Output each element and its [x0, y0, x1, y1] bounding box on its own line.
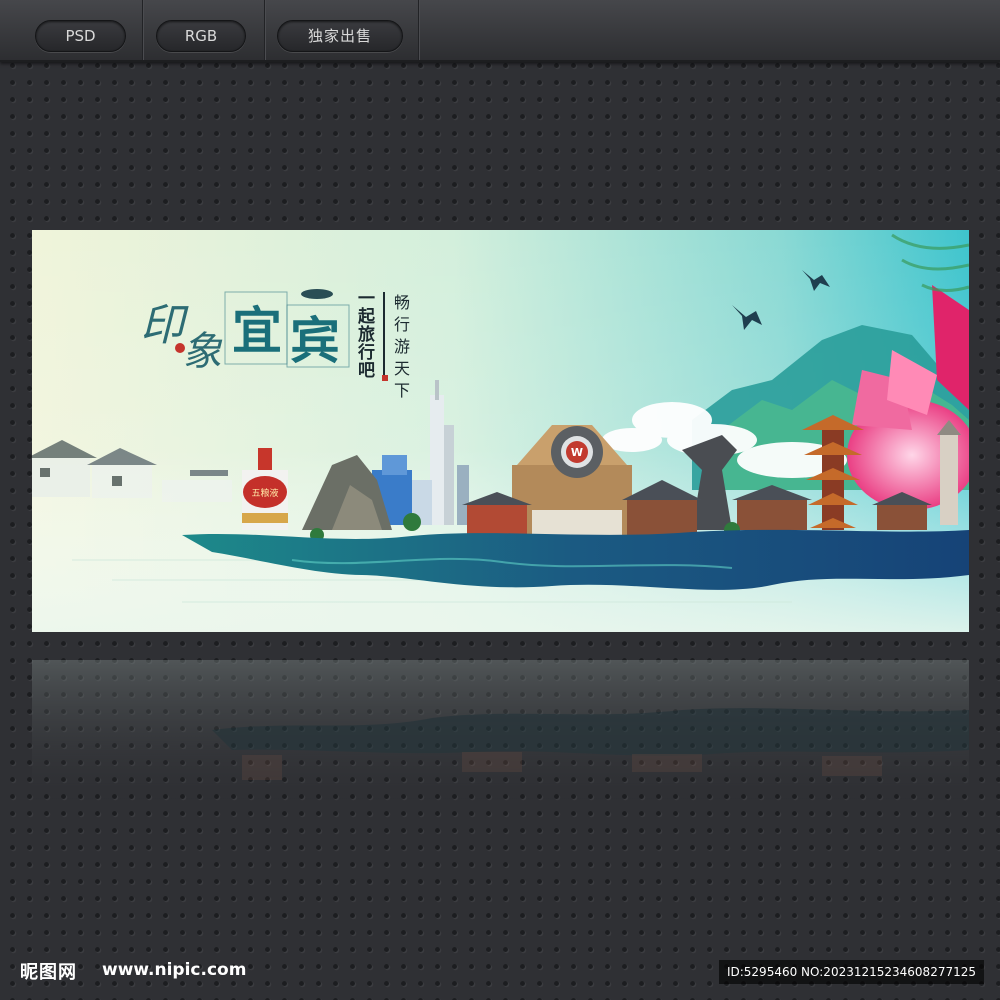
title-char-yi: 宜	[232, 301, 282, 360]
motto-char: 天	[394, 359, 410, 378]
slogan-char: 吧	[358, 361, 375, 381]
motto-char: 行	[394, 315, 410, 334]
preview-page: PSD RGB 独家出售 五粮液 W 印 象 宜 宾 一 起 旅 行 吧 畅 行…	[0, 0, 1000, 1000]
image-id-label: ID:5295460 NO:20231215234608277125	[718, 960, 984, 984]
bottle-label: 五粮液	[251, 487, 278, 499]
yibin-travel-banner: 五粮液 W 印 象 宜 宾 一 起 旅 行 吧 畅 行 游 天 下	[32, 230, 969, 632]
motto-char: 下	[394, 381, 410, 400]
motto-char: 游	[394, 337, 410, 356]
psd-tab[interactable]: PSD	[35, 20, 126, 52]
slogan-char: 行	[357, 342, 375, 363]
rgb-tab[interactable]: RGB	[156, 20, 246, 52]
motto-vertical: 畅 行 游 天 下	[394, 293, 410, 400]
reflection-artwork	[32, 660, 969, 800]
banner-reflection	[32, 660, 969, 800]
slogan-char: 一	[358, 289, 375, 309]
format-toolbar: PSD RGB 独家出售	[0, 0, 1000, 62]
title-char-bin: 宾	[290, 311, 340, 370]
slogan-char: 旅	[358, 324, 375, 345]
slogan-vertical: 一 起 旅 行 吧	[357, 289, 376, 381]
badge-letter: W	[571, 446, 583, 459]
exclusive-sale-tab[interactable]: 独家出售	[277, 20, 403, 52]
slogan-char: 起	[357, 306, 376, 327]
banner-artwork: 五粮液 W 印 象 宜 宾 一 起 旅 行 吧 畅 行 游 天 下	[32, 230, 969, 632]
title-char-xiang: 象	[182, 329, 223, 375]
nipic-url-link[interactable]: www.nipic.com	[102, 960, 246, 980]
motto-char: 畅	[394, 293, 410, 312]
nipic-logo[interactable]: 昵图网	[20, 958, 77, 984]
